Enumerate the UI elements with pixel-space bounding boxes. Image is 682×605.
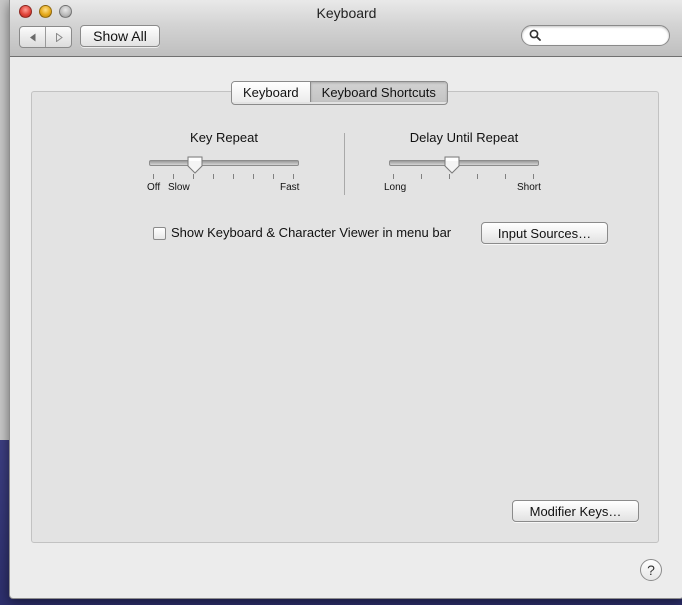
help-button[interactable]: ? (640, 559, 662, 581)
show-all-button[interactable]: Show All (80, 25, 160, 47)
back-button[interactable] (20, 27, 45, 47)
delay-until-repeat-tick (505, 174, 506, 179)
forward-button[interactable] (45, 27, 71, 47)
delay-until-repeat-tick (421, 174, 422, 179)
modifier-keys-button[interactable]: Modifier Keys… (512, 500, 639, 522)
key-repeat-label-fast: Fast (280, 182, 300, 193)
tab-bar: Keyboard Keyboard Shortcuts (231, 81, 448, 105)
content-panel (31, 91, 659, 543)
key-repeat-track[interactable] (149, 160, 299, 166)
key-repeat-title: Key Repeat (190, 130, 258, 145)
delay-until-repeat-track[interactable] (389, 160, 539, 166)
search-icon (529, 29, 541, 41)
search-input[interactable] (546, 27, 665, 46)
key-repeat-tick (273, 174, 274, 179)
section-divider (344, 133, 345, 195)
delay-until-repeat-slider-thumb[interactable] (444, 156, 460, 174)
show-viewer-label[interactable]: Show Keyboard & Character Viewer in menu… (171, 225, 451, 240)
key-repeat-tick (233, 174, 234, 179)
delay-until-repeat-tick (393, 174, 394, 179)
delay-until-repeat-tick (477, 174, 478, 179)
chevron-left-icon (29, 33, 35, 41)
back-forward-control (19, 26, 72, 48)
delay-until-repeat-title: Delay Until Repeat (409, 130, 519, 145)
delay-until-repeat-tick (533, 174, 534, 179)
key-repeat-tick (173, 174, 174, 179)
preferences-window: Keyboard Show All Keyboard Keyboard Shor… (9, 0, 682, 599)
chevron-right-icon (55, 32, 63, 42)
search-field[interactable] (521, 25, 670, 46)
key-repeat-label-off: Off (147, 182, 161, 193)
title-bar: Keyboard Show All (10, 0, 682, 57)
tab-keyboard-shortcuts[interactable]: Keyboard Shortcuts (309, 82, 447, 102)
key-repeat-tick (153, 174, 154, 179)
key-repeat-slider-thumb[interactable] (187, 156, 203, 174)
delay-until-repeat-tick (449, 174, 450, 179)
delay-label-long: Long (384, 182, 407, 193)
key-repeat-tick (293, 174, 294, 179)
input-sources-button[interactable]: Input Sources… (481, 222, 608, 244)
key-repeat-tick (253, 174, 254, 179)
delay-label-short: Short (517, 182, 541, 193)
key-repeat-tick (213, 174, 214, 179)
show-viewer-checkbox[interactable] (153, 227, 166, 240)
window-title: Keyboard (316, 5, 377, 21)
tab-keyboard[interactable]: Keyboard (232, 82, 310, 102)
key-repeat-tick (193, 174, 194, 179)
key-repeat-label-slow: Slow (168, 182, 190, 193)
